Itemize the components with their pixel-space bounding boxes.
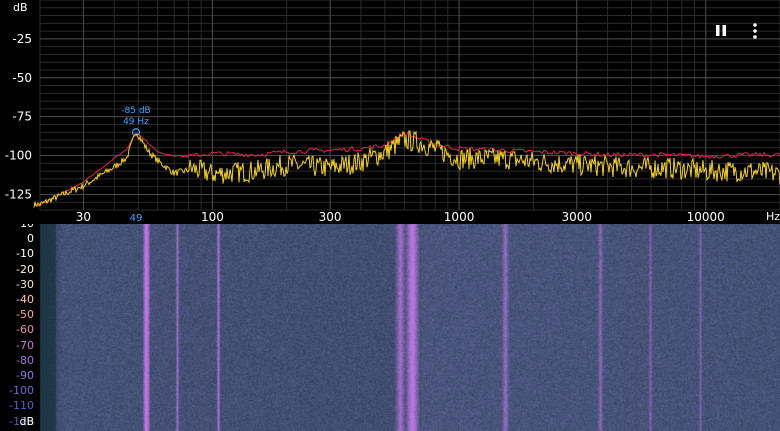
y-tick-label: -50 [12, 71, 32, 85]
x-tick-label: 300 [319, 210, 342, 224]
peak-marker: -85 dB 49 Hz 49 [121, 106, 150, 224]
y-tick-label: -75 [12, 110, 32, 124]
spectrogram-scale-label: 10 [0, 224, 34, 230]
marker-db-label: -85 dB [121, 106, 150, 116]
x-tick-label: 10000 [687, 210, 725, 224]
x-tick-label: 1000 [444, 210, 475, 224]
spectrogram-scale-label: -40 [16, 293, 34, 306]
spectrogram-scale-label: -60 [16, 323, 34, 337]
marker-hz-label: 49 Hz [123, 117, 149, 127]
spectrogram-unit-label: dB [19, 415, 34, 428]
pause-icon [716, 25, 726, 36]
spectrogram-scale-label: -100 [9, 384, 34, 398]
series-current [33, 130, 780, 208]
pause-button[interactable] [710, 20, 732, 42]
spectrogram-scale-label: -20 [16, 262, 34, 276]
db-unit-label: dB [13, 1, 28, 14]
x-tick-label: 30 [76, 210, 91, 224]
spectrogram-scale-label: -80 [16, 353, 34, 367]
spectrogram-scale-label: -30 [16, 277, 34, 291]
more-vert-icon [753, 23, 757, 39]
x-tick-label: 3000 [561, 210, 592, 224]
spectrogram-scale-label: -10 [16, 247, 34, 261]
spectrogram-canvas [0, 224, 780, 431]
hz-unit-label: Hz [766, 210, 780, 223]
spectrum-chart: dB -25 -50 -75 -100 -125 30 100 300 1000 3000 100… [5, 0, 780, 224]
spectrogram-scale-label: -70 [16, 338, 34, 352]
y-tick-label: -25 [12, 32, 32, 46]
x-tick-label: 100 [201, 210, 224, 224]
spectrogram-scale-label: -110 [9, 399, 34, 413]
spectrogram-scale-label: -90 [16, 369, 34, 382]
y-tick-label: -100 [5, 149, 32, 163]
more-options-button[interactable] [744, 20, 766, 42]
marker-freq-label: 49 [130, 213, 143, 224]
spectrogram-scale-label: -50 [16, 308, 34, 322]
spectrogram-scale-label: 0 [27, 232, 34, 246]
spectrogram: 100-10-20-30-40-50-60-70-80-90-100-110-1… [0, 224, 780, 431]
y-tick-label: -125 [5, 187, 32, 201]
